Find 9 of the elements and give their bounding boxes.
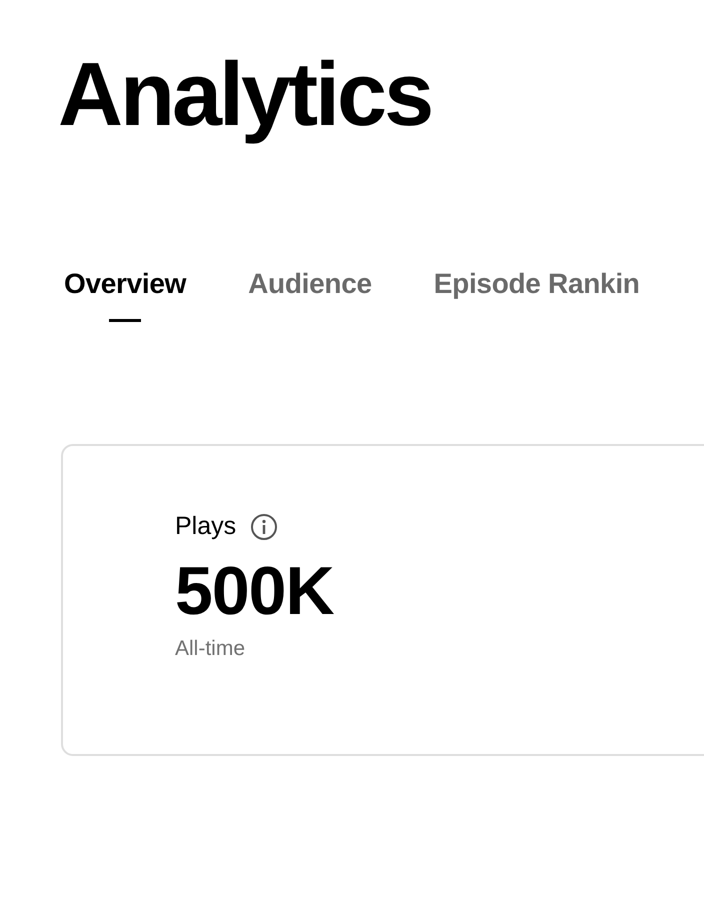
- active-tab-indicator: [109, 319, 142, 322]
- info-icon[interactable]: [250, 512, 278, 540]
- tab[interactable]: Audience: [248, 268, 372, 322]
- stat-label: Plays: [175, 512, 236, 541]
- tab[interactable]: Overview: [64, 268, 186, 322]
- page-title: Analytics: [58, 44, 432, 147]
- stat-period: All-time: [175, 637, 246, 661]
- tab[interactable]: Episode Rankin: [434, 268, 640, 322]
- stat-value: 500K: [175, 552, 335, 631]
